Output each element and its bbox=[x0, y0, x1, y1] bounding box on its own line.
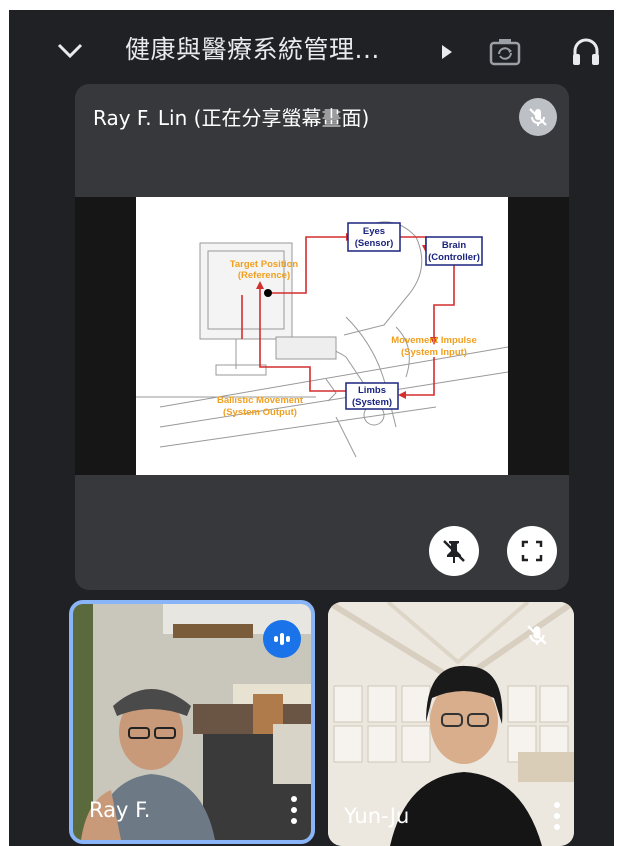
presentation-slide: Eyes (Sensor) Brain (Controller) Target … bbox=[136, 197, 508, 475]
participant-tile-ray[interactable]: Ray F. bbox=[69, 600, 315, 844]
mic-off-icon bbox=[518, 616, 556, 654]
play-arrow-icon[interactable] bbox=[437, 40, 457, 64]
slide-ballistic: Ballistic Movement bbox=[217, 395, 304, 406]
meeting-title[interactable]: 健康與醫療系統管理... bbox=[125, 30, 380, 66]
slide-movement-impulse: Movement Impulse bbox=[391, 335, 477, 346]
fullscreen-button[interactable] bbox=[507, 526, 557, 576]
participant-tile-yunju[interactable]: Yun-Ju bbox=[328, 602, 574, 846]
switch-camera-icon[interactable] bbox=[485, 36, 525, 68]
slide-sensor: (Sensor) bbox=[355, 238, 394, 249]
chevron-down-icon[interactable] bbox=[53, 34, 87, 68]
slide-controller: (Controller) bbox=[428, 252, 480, 263]
slide-reference: (Reference) bbox=[238, 270, 290, 281]
slide-system-output: (System Output) bbox=[223, 407, 297, 418]
meet-app: 健康與醫療系統管理... Ray F. Lin (正在分享螢幕畫面) Eyes … bbox=[9, 10, 614, 846]
slide-limbs: Limbs bbox=[358, 385, 386, 396]
shared-screen: Eyes (Sensor) Brain (Controller) Target … bbox=[75, 197, 569, 475]
slide-eyes: Eyes bbox=[363, 226, 385, 237]
slide-target: Target Position bbox=[230, 259, 299, 270]
slide-brain: Brain bbox=[442, 240, 466, 251]
more-options-icon[interactable] bbox=[289, 796, 299, 824]
headphones-icon[interactable] bbox=[566, 34, 606, 70]
mic-off-icon bbox=[519, 98, 557, 136]
more-options-icon[interactable] bbox=[552, 802, 562, 830]
speaking-indicator-icon bbox=[263, 620, 301, 658]
participant-name: Yun-Ju bbox=[344, 804, 410, 828]
presenter-label: Ray F. Lin (正在分享螢幕畫面) bbox=[93, 106, 370, 130]
screen-share-tile[interactable]: Ray F. Lin (正在分享螢幕畫面) Eyes (Sensor) Brai… bbox=[75, 84, 569, 590]
participant-name: Ray F. bbox=[89, 798, 151, 822]
fullscreen-icon bbox=[521, 540, 543, 562]
unpin-button[interactable] bbox=[429, 526, 479, 576]
top-bar: 健康與醫療系統管理... bbox=[9, 10, 614, 88]
slide-system-input: (System Input) bbox=[401, 347, 467, 358]
slide-system: (System) bbox=[352, 397, 392, 408]
unpin-icon bbox=[443, 540, 465, 563]
